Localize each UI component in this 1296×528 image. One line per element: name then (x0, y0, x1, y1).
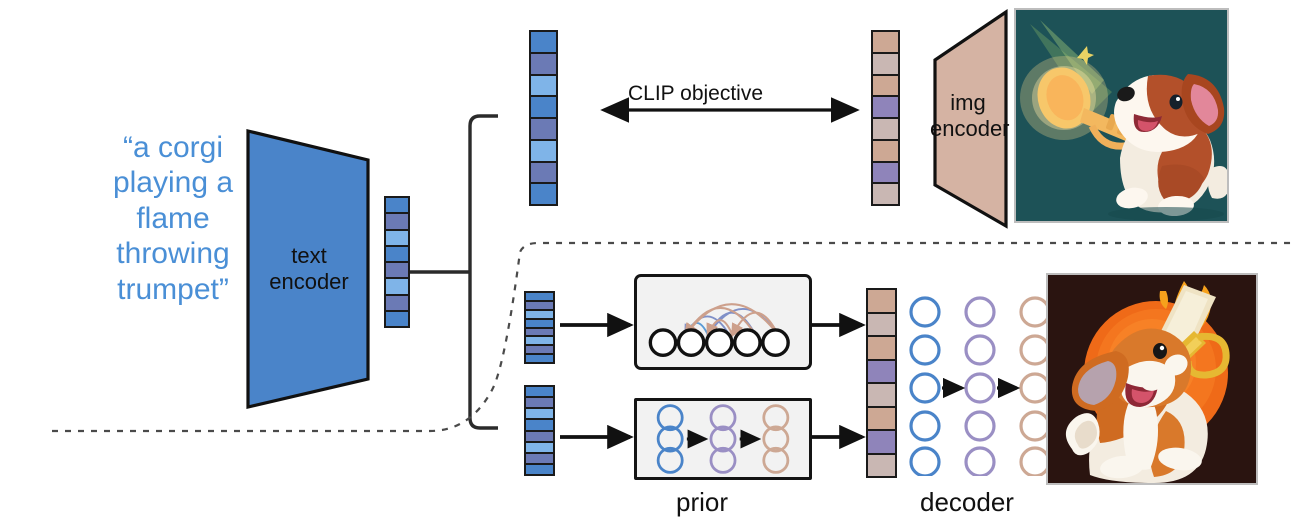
text-encoder-output-embedding (384, 196, 410, 328)
embedding-cell (531, 32, 556, 54)
embedding-cell (868, 454, 895, 476)
text-encoder-label-line1: text (291, 243, 327, 268)
prompt-line-5: trumpet” (117, 272, 229, 306)
autoregressive-prior-graphic (648, 303, 790, 357)
embedding-cell (386, 230, 408, 247)
embedding-cell (526, 337, 553, 347)
clip-objective-label: CLIP objective (628, 82, 764, 105)
embedding-cell (526, 346, 553, 356)
embedding-cell (868, 431, 895, 455)
embedding-cell (873, 32, 898, 54)
prompt-line-4: throwing (116, 237, 230, 271)
embedding-cell (868, 313, 895, 337)
embedding-cell (868, 384, 895, 408)
embedding-cell (526, 442, 553, 454)
image-embedding-decoder-input (866, 288, 897, 478)
embedding-cell (531, 162, 556, 185)
text-encoder-label-line2: encoder (269, 268, 349, 294)
embedding-cell (386, 279, 408, 296)
prompt-line-2: playing a (112, 166, 234, 200)
prompt-text: “a corgi playing a flame throwing trumpe… (88, 130, 258, 307)
embedding-cell (386, 214, 408, 231)
embedding-cell (531, 184, 556, 204)
decoder-caption: decoder (920, 487, 1014, 517)
prior-caption: prior (676, 487, 729, 517)
embedding-cell (868, 360, 895, 384)
embedding-cell (526, 293, 553, 302)
embedding-cell (531, 140, 556, 163)
embedding-cell (526, 355, 553, 362)
img-encoder-label-line1: img (950, 90, 986, 115)
embedding-cell (526, 398, 553, 410)
embedding-cell (526, 420, 553, 432)
decoder-network-graphic (909, 296, 1051, 478)
img-encoder-label-line2: encoder (930, 115, 1010, 141)
embedding-cell (386, 311, 408, 326)
diagram-canvas: “a corgi playing a flame throwing trumpe… (0, 0, 1296, 528)
decoder-network[interactable] (900, 292, 1060, 478)
text-embedding-middle (524, 291, 555, 364)
text-embedding-bottom (524, 385, 555, 476)
embedding-cell (873, 75, 898, 98)
embedding-cell (526, 409, 553, 421)
embedding-cell (531, 75, 556, 98)
prompt-line-3: flame (136, 201, 210, 235)
diffusion-prior-graphic (656, 404, 790, 474)
embedding-cell (531, 97, 556, 119)
generated-image (1046, 273, 1258, 485)
embedding-cell (526, 464, 553, 474)
embedding-cell (526, 319, 553, 329)
embedding-cell (873, 140, 898, 163)
embedding-cell (868, 337, 895, 361)
img-encoder-label: img encoder (930, 90, 1010, 141)
embedding-cell (873, 162, 898, 185)
embedding-cell (873, 97, 898, 119)
autoregressive-prior-box[interactable] (634, 274, 812, 370)
diffusion-prior-box[interactable] (634, 398, 812, 480)
embedding-cell (873, 119, 898, 141)
embedding-cell (526, 387, 553, 399)
embedding-cell (386, 263, 408, 280)
embedding-cell (531, 119, 556, 141)
embedding-cell (526, 310, 553, 320)
embedding-cell (526, 453, 553, 465)
embedding-cell (868, 407, 895, 431)
embedding-cell (386, 198, 408, 215)
embedding-cell (386, 295, 408, 312)
embedding-cell (531, 53, 556, 76)
fork-bracket (468, 114, 498, 430)
embedding-cell (386, 246, 408, 263)
clip-training-image (1014, 8, 1229, 223)
text-embedding-top (529, 30, 558, 206)
embedding-cell (526, 328, 553, 338)
prompt-line-1: “a corgi (122, 131, 224, 164)
embedding-cell (526, 431, 553, 443)
embedding-cell (873, 184, 898, 204)
text-encoder-label: text encoder (254, 243, 364, 294)
image-embedding-clip (871, 30, 900, 206)
embedding-cell (526, 301, 553, 311)
embedding-cell (868, 290, 895, 314)
embedding-cell (873, 53, 898, 76)
